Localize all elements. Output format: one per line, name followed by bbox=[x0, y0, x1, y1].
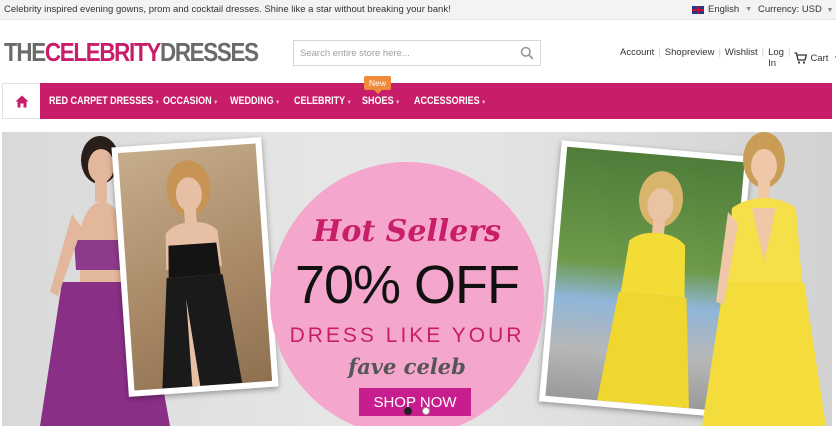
home-button[interactable] bbox=[2, 83, 40, 119]
promo-line-2: fave celeb bbox=[348, 354, 466, 379]
chevron-down-icon: ▼ bbox=[481, 100, 487, 106]
chevron-down-icon: ▼ bbox=[275, 100, 281, 106]
nav-item-red-carpet-dresses[interactable]: RED CARPET DRESSES ▼ bbox=[49, 95, 160, 107]
carousel-dot-2[interactable] bbox=[422, 407, 430, 415]
wishlist-link[interactable]: Wishlist bbox=[725, 47, 758, 69]
chevron-down-icon: ▼ bbox=[395, 100, 401, 106]
photo-frame-left bbox=[111, 137, 279, 397]
login-link[interactable]: Log In bbox=[768, 47, 784, 69]
currency-selector[interactable]: Currency: USD ▼ bbox=[758, 4, 833, 15]
divider: | bbox=[658, 47, 661, 58]
currency-label: Currency: USD bbox=[758, 4, 822, 15]
nav-item-wedding[interactable]: WEDDING ▼ bbox=[230, 95, 280, 107]
search-icon[interactable] bbox=[520, 46, 534, 60]
nav-item-accessories[interactable]: ACCESSORIES ▼ bbox=[414, 95, 486, 107]
nav-label: WEDDING bbox=[230, 95, 274, 107]
chevron-down-icon: ▼ bbox=[213, 100, 219, 106]
logo-text-dresses: DRESSES bbox=[159, 37, 259, 67]
cart-icon bbox=[794, 52, 808, 64]
promo-discount: 70% OFF bbox=[294, 255, 520, 315]
nav-label: RED CARPET DRESSES bbox=[49, 95, 154, 107]
nav-label: SHOES bbox=[362, 95, 394, 107]
cart-label: Cart bbox=[810, 52, 829, 64]
site-logo[interactable]: THECELEBRITYDRESSES bbox=[4, 37, 259, 68]
nav-item-occasion[interactable]: OCCASION ▼ bbox=[163, 95, 218, 107]
divider: | bbox=[718, 47, 721, 58]
account-link[interactable]: Account bbox=[620, 47, 654, 69]
nav-label: CELEBRITY bbox=[294, 95, 346, 107]
header-links: Account | Shopreview | Wishlist | Log In… bbox=[620, 47, 836, 69]
logo-text-the: THE bbox=[4, 37, 46, 67]
nav-label: OCCASION bbox=[163, 95, 212, 107]
promo-headline: Hot Sellers bbox=[313, 214, 501, 249]
chevron-down-icon: ▼ bbox=[346, 100, 352, 106]
carousel-dots bbox=[404, 407, 430, 415]
cart-link[interactable]: Cart ▼ bbox=[794, 47, 836, 69]
chevron-down-icon: ▼ bbox=[154, 100, 160, 106]
tagline: Celebrity inspired evening gowns, prom a… bbox=[4, 4, 451, 15]
model-photo-right bbox=[702, 132, 832, 426]
language-selector[interactable]: English ▼ bbox=[692, 4, 752, 15]
home-icon bbox=[15, 95, 29, 108]
nav-item-shoes[interactable]: SHOES ▼ bbox=[362, 95, 400, 107]
shopreview-link[interactable]: Shopreview bbox=[665, 47, 715, 69]
promo-line-1: DRESS LIKE YOUR bbox=[289, 324, 525, 347]
chevron-down-icon: ▼ bbox=[826, 7, 834, 14]
divider: | bbox=[761, 47, 765, 58]
header: THECELEBRITYDRESSES Account | Shopreview… bbox=[0, 21, 836, 83]
search-input[interactable] bbox=[294, 41, 514, 65]
nav-item-celebrity[interactable]: CELEBRITY ▼ bbox=[294, 95, 352, 107]
uk-flag-icon bbox=[692, 5, 704, 14]
main-nav: RED CARPET DRESSES ▼ OCCASION ▼ WEDDING ▼ C… bbox=[2, 76, 832, 119]
search-box bbox=[293, 40, 541, 66]
logo-text-celebrity: CELEBRITY bbox=[44, 37, 161, 67]
promo-circle: Hot Sellers 70% OFF DRESS LIKE YOUR fave… bbox=[270, 162, 544, 426]
chevron-down-icon: ▼ bbox=[745, 6, 753, 13]
nav-label: ACCESSORIES bbox=[414, 95, 480, 107]
new-badge: New bbox=[364, 76, 392, 94]
top-bar: Celebrity inspired evening gowns, prom a… bbox=[0, 0, 836, 20]
divider: | bbox=[787, 47, 791, 58]
carousel-dot-1[interactable] bbox=[404, 407, 412, 415]
language-label: English bbox=[708, 4, 740, 15]
hero-banner[interactable]: Hot Sellers 70% OFF DRESS LIKE YOUR fave… bbox=[2, 132, 832, 426]
